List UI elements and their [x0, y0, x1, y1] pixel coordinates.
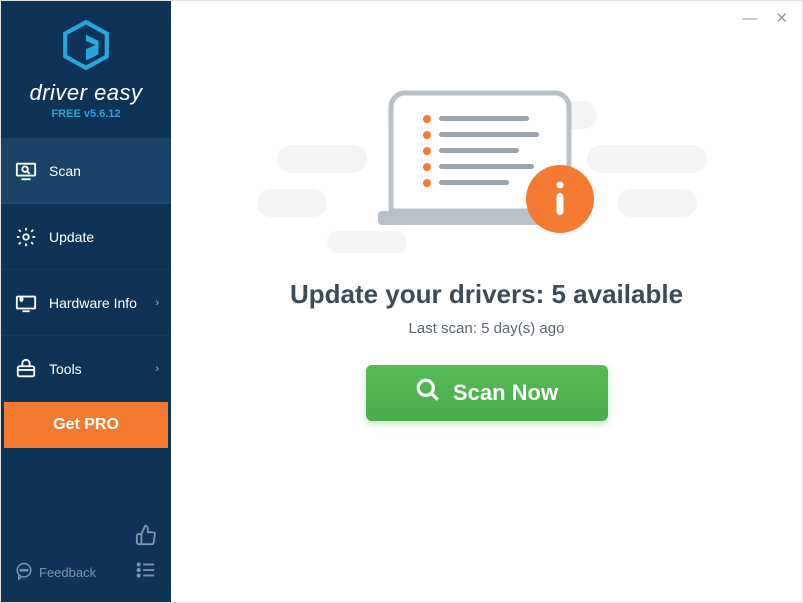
headline-count: 5: [551, 279, 565, 309]
gear-update-icon: [15, 226, 37, 248]
last-scan-text: Last scan: 5 day(s) ago: [409, 320, 565, 337]
monitor-search-icon: [15, 160, 37, 182]
sidebar-item-tools[interactable]: Tools ›: [1, 336, 171, 402]
magnifier-icon: [415, 377, 441, 409]
window-close-button[interactable]: ✕: [775, 11, 788, 26]
thumbs-up-icon[interactable]: [135, 524, 157, 551]
sidebar-item-hardware-info[interactable]: i Hardware Info ›: [1, 270, 171, 336]
headline: Update your drivers: 5 available: [290, 279, 683, 310]
feedback-label: Feedback: [39, 565, 96, 580]
sidebar: driver easy FREE v5.6.12 Scan: [1, 1, 171, 602]
monitor-info-icon: i: [15, 292, 37, 314]
window-controls: — ✕: [742, 11, 788, 26]
toolbox-icon: [15, 358, 37, 380]
feedback-button[interactable]: Feedback: [15, 562, 96, 583]
speech-bubble-icon: [15, 562, 33, 583]
sidebar-item-label: Scan: [49, 163, 81, 179]
sidebar-item-update[interactable]: Update: [1, 204, 171, 270]
window-minimize-button[interactable]: —: [742, 11, 757, 26]
sidebar-item-scan[interactable]: Scan: [1, 138, 171, 204]
headline-post: available: [566, 279, 683, 309]
sidebar-footer: Feedback: [1, 514, 171, 602]
scan-illustration: [257, 81, 717, 251]
app-logo-icon: [60, 58, 112, 75]
sidebar-nav: Scan Update i: [1, 138, 171, 448]
headline-pre: Update your drivers:: [290, 279, 552, 309]
sidebar-item-label: Hardware Info: [49, 295, 137, 311]
sidebar-item-label: Tools: [49, 361, 82, 377]
main-panel: — ✕: [171, 1, 802, 602]
list-menu-icon[interactable]: [135, 559, 157, 586]
scan-now-button[interactable]: Scan Now: [366, 365, 608, 421]
info-badge-icon: [526, 165, 594, 233]
chevron-right-icon: ›: [155, 363, 159, 375]
brand-block: driver easy FREE v5.6.12: [1, 1, 171, 130]
sidebar-item-label: Update: [49, 229, 94, 245]
brand-name: driver easy: [1, 80, 171, 106]
scan-now-label: Scan Now: [453, 380, 558, 406]
chevron-right-icon: ›: [155, 297, 159, 309]
get-pro-button[interactable]: Get PRO: [4, 402, 168, 448]
brand-version: FREE v5.6.12: [1, 108, 171, 120]
